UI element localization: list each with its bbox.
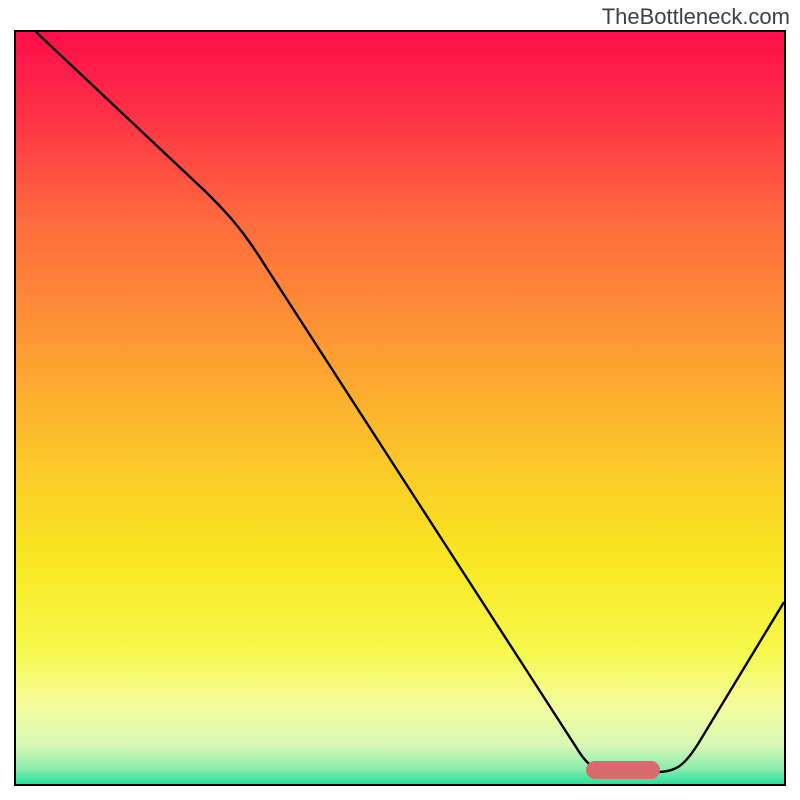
chart-container: TheBottleneck.com: [0, 0, 800, 800]
watermark-text: TheBottleneck.com: [602, 4, 790, 30]
bottleneck-curve: [16, 32, 784, 784]
optimal-zone-marker: [586, 761, 660, 779]
plot-area: [14, 30, 786, 786]
